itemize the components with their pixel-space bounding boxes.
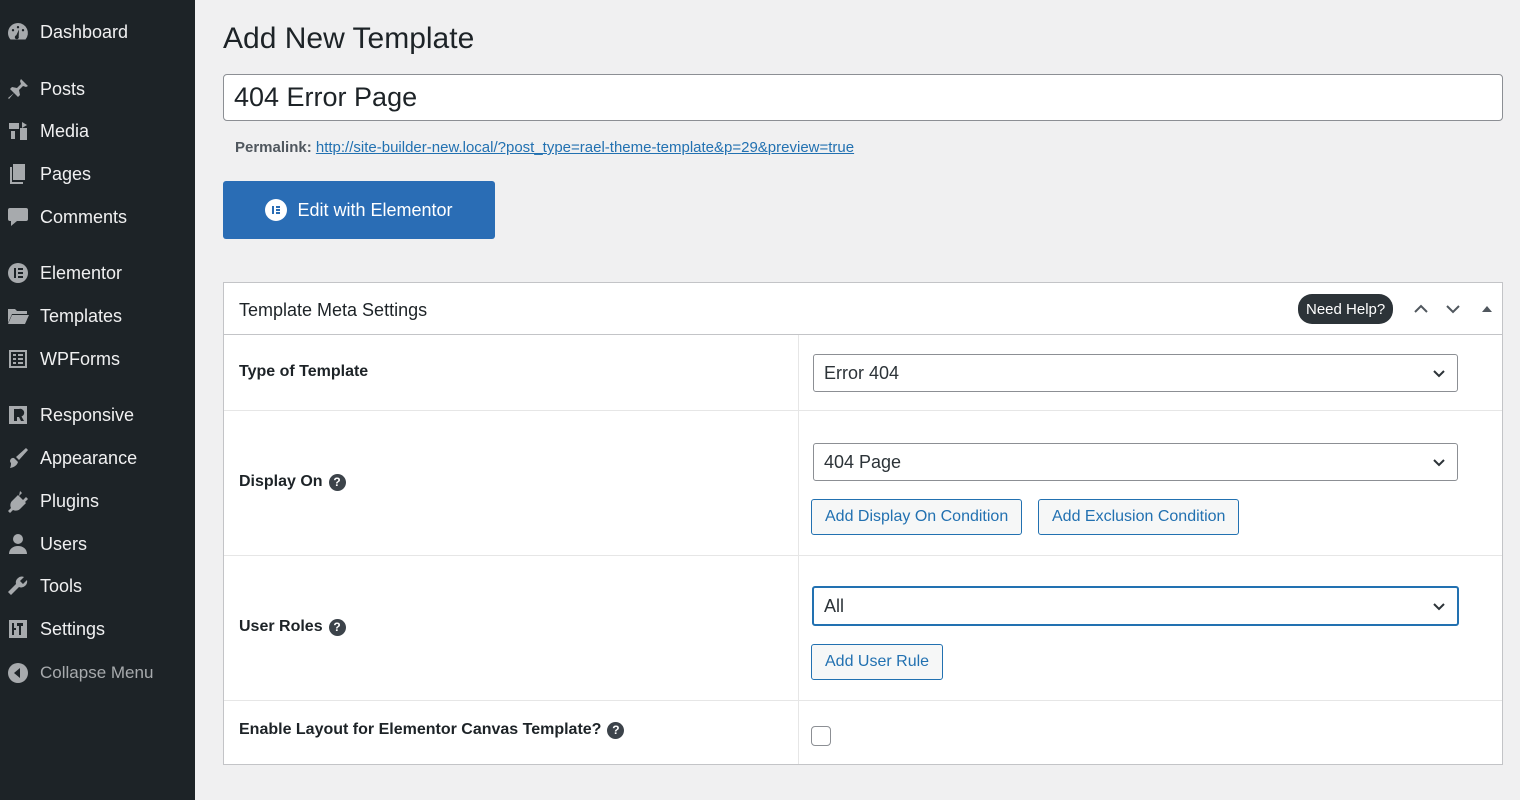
collapse-icon [0,655,40,691]
type-of-template-label: Type of Template [239,363,368,381]
template-meta-settings-box: Template Meta Settings Need Help? Type o… [223,282,1503,765]
sidebar-item-tools[interactable]: Tools [0,568,195,604]
move-down-icon[interactable] [1442,298,1464,320]
add-exclusion-condition-button[interactable]: Add Exclusion Condition [1038,499,1240,535]
permalink-label: Permalink: [235,139,312,156]
row-divider [798,411,799,555]
sidebar-item-media[interactable]: Media [0,113,195,149]
permalink: Permalink: http://site-builder-new.local… [235,139,854,156]
chevron-down-icon [1433,603,1445,611]
sidebar-item-label: Elementor [40,262,123,283]
settings-icon [0,611,40,647]
metabox-header: Template Meta Settings Need Help? [224,283,1502,335]
sidebar-item-plugins[interactable]: Plugins [0,483,195,519]
edit-with-elementor-label: Edit with Elementor [297,199,453,220]
sidebar-item-dashboard[interactable]: Dashboard [0,14,195,50]
user-roles-value: All [824,595,845,616]
row-display-on: Display On ? 404 Page Add Display On Con… [224,411,1502,556]
permalink-link[interactable]: http://site-builder-new.local/?post_type… [316,139,854,156]
wrench-icon [0,568,40,604]
add-display-on-condition-button[interactable]: Add Display On Condition [811,499,1023,535]
user-roles-label: User Roles ? [239,618,346,636]
need-help-button[interactable]: Need Help? [1298,294,1394,324]
user-roles-text: User Roles [239,618,323,635]
help-icon[interactable]: ? [328,473,346,491]
sidebar-item-label: Plugins [40,490,100,511]
sidebar-item-posts[interactable]: Posts [0,71,195,107]
row-divider [798,335,799,410]
sidebar-item-label: Appearance [40,447,138,468]
sidebar-item-label: Users [40,533,88,554]
type-of-template-select[interactable]: Error 404 [813,354,1458,392]
display-on-text: Display On [239,473,323,490]
admin-sidebar: Dashboard Posts Media Pages Comments Ele… [0,0,195,800]
edit-with-elementor-button[interactable]: Edit with Elementor [223,181,495,239]
comment-icon [0,199,40,235]
wpforms-icon [0,341,40,377]
sidebar-item-label: Media [40,120,90,141]
sidebar-item-wpforms[interactable]: WPForms [0,341,195,377]
sidebar-item-label: Posts [40,78,86,99]
display-on-select[interactable]: 404 Page [813,443,1458,481]
canvas-layout-checkbox[interactable] [811,726,831,746]
chevron-down-icon [1433,370,1445,378]
sidebar-item-label: Pages [40,163,92,184]
collapse-menu-label: Collapse Menu [40,663,154,682]
help-icon[interactable]: ? [328,618,346,636]
dashboard-icon [0,14,40,50]
row-type-of-template: Type of Template Error 404 [224,335,1502,411]
move-up-icon[interactable] [1410,298,1432,320]
row-canvas-layout: Enable Layout for Elementor Canvas Templ… [224,701,1502,764]
row-divider [798,556,799,700]
sidebar-item-responsive[interactable]: Responsive [0,397,195,433]
post-title-input[interactable] [223,74,1503,121]
sidebar-item-templates[interactable]: Templates [0,298,195,334]
sidebar-item-label: Comments [40,206,128,227]
user-icon [0,526,40,562]
sidebar-item-appearance[interactable]: Appearance [0,440,195,476]
row-user-roles: User Roles ? All Add User Rule [224,556,1502,701]
page-title: Add New Template [223,22,475,55]
pages-icon [0,156,40,192]
media-icon [0,113,40,149]
sidebar-item-label: Tools [40,575,83,596]
metabox-title: Template Meta Settings [239,300,428,320]
canvas-layout-label: Enable Layout for Elementor Canvas Templ… [239,721,625,739]
sidebar-item-label: Dashboard [40,21,129,42]
type-of-template-text: Type of Template [239,363,369,380]
canvas-layout-text: Enable Layout for Elementor Canvas Templ… [239,721,602,738]
sidebar-item-label: WPForms [40,348,120,369]
folder-icon [0,298,40,334]
user-roles-select[interactable]: All [812,586,1459,626]
collapse-menu-button[interactable]: Collapse Menu [0,655,195,691]
chevron-down-icon [1433,459,1445,467]
sidebar-item-elementor[interactable]: Elementor [0,255,195,291]
sidebar-item-label: Templates [40,305,123,326]
collapse-toggle-icon[interactable] [1476,298,1498,320]
pin-icon [0,71,40,107]
plugin-icon [0,483,40,519]
sidebar-item-label: Responsive [40,404,135,425]
display-on-label: Display On ? [239,473,346,491]
add-user-rule-button[interactable]: Add User Rule [811,644,944,680]
responsive-icon [0,397,40,433]
help-icon[interactable]: ? [607,721,625,739]
sidebar-item-settings[interactable]: Settings [0,611,195,647]
sidebar-item-comments[interactable]: Comments [0,199,195,235]
display-on-value: 404 Page [824,451,902,472]
elementor-icon [265,199,288,221]
sidebar-item-pages[interactable]: Pages [0,156,195,192]
type-of-template-value: Error 404 [824,362,900,383]
elementor-icon [0,255,40,291]
row-divider [798,701,799,764]
sidebar-item-label: Settings [40,618,106,639]
brush-icon [0,440,40,476]
sidebar-item-users[interactable]: Users [0,526,195,562]
